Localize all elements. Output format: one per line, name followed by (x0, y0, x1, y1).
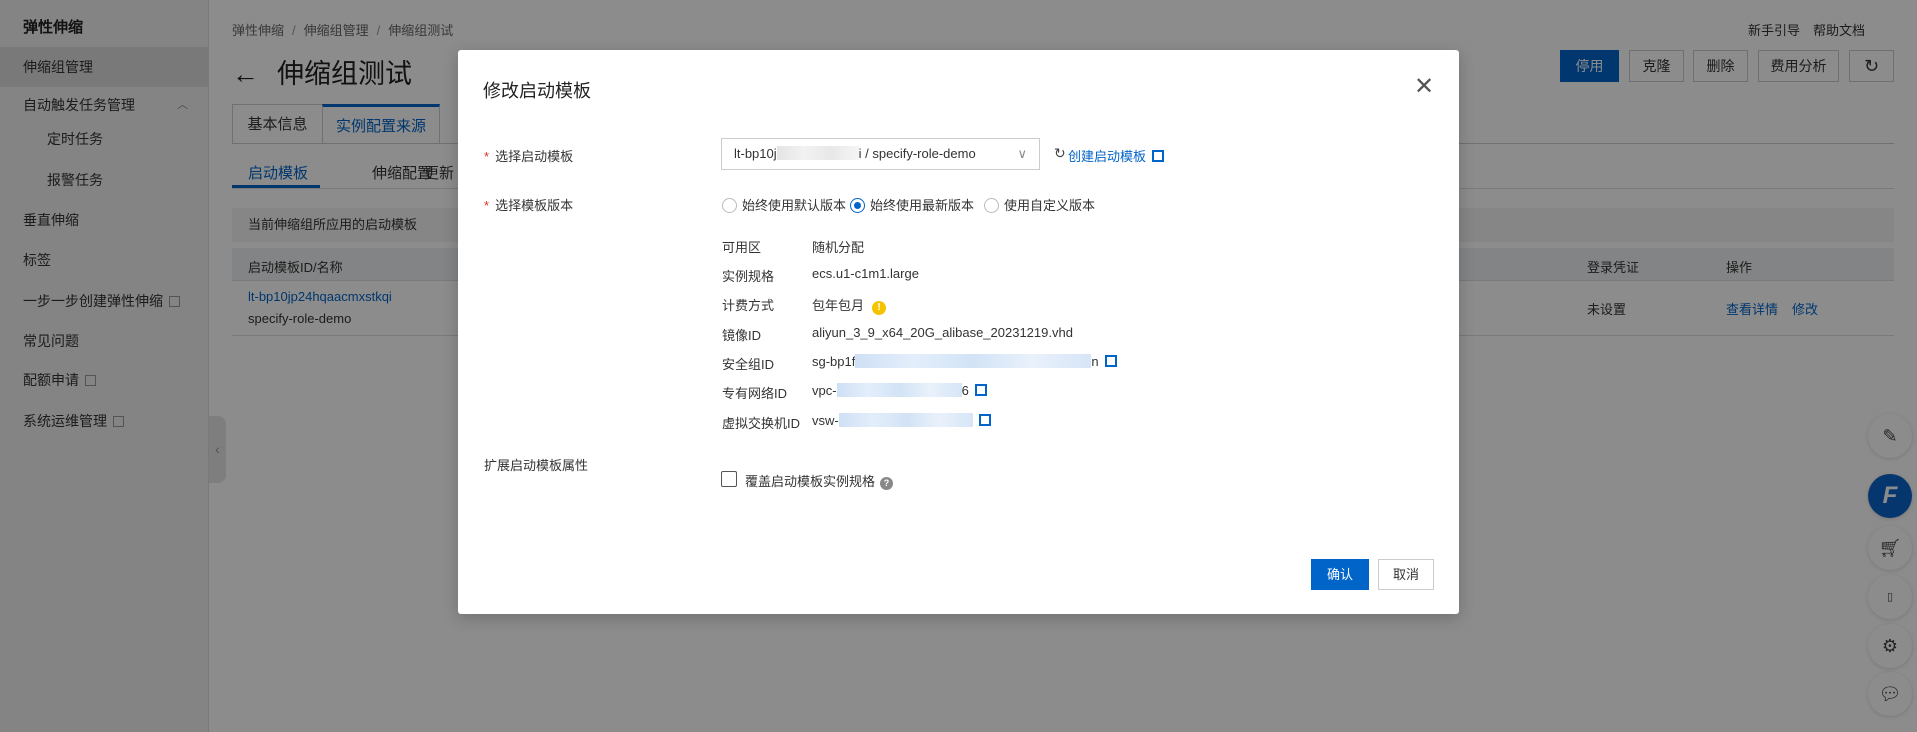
radio-checked-icon (850, 198, 865, 213)
warning-icon[interactable]: ! (872, 301, 887, 315)
detail-label: 计费方式 (722, 298, 775, 313)
close-icon[interactable]: ✕ (1414, 72, 1434, 101)
external-link-icon (978, 414, 991, 426)
security-group-link[interactable]: sg-bp1f n (812, 354, 1117, 369)
external-link-icon (974, 384, 987, 396)
redacted-block (836, 383, 962, 397)
template-field-label: * 选择启动模板 (484, 146, 573, 165)
override-spec-label: 覆盖启动模板实例规格? (745, 471, 894, 490)
edit-launch-template-dialog: 修改启动模板 ✕ * 选择启动模板 lt-bp10j i / specify-rol… (458, 50, 1459, 614)
detail-label: 虚拟交换机ID (722, 416, 801, 431)
radio-label: 始终使用最新版本 (870, 198, 975, 213)
vpc-link[interactable]: vpc- 6 (812, 383, 987, 398)
dialog-title: 修改启动模板 (483, 81, 591, 101)
redacted-block (838, 413, 973, 427)
version-radio-latest[interactable]: 始终使用最新版本 (850, 195, 974, 214)
help-icon[interactable]: ? (880, 477, 894, 490)
link-suffix: n (1091, 354, 1099, 369)
cancel-button[interactable]: 取消 (1378, 559, 1434, 590)
detail-label: 可用区 (722, 240, 762, 255)
template-select[interactable]: lt-bp10j i / specify-role-demo ∨ (721, 138, 1040, 170)
link-text: 创建启动模板 (1068, 149, 1147, 164)
override-spec-checkbox[interactable] (721, 471, 737, 487)
redacted-block (855, 354, 1092, 368)
chevron-down-icon: ∨ (1017, 146, 1027, 161)
detail-value: ecs.u1-c1m1.large (812, 266, 919, 281)
detail-value: aliyun_3_9_x64_20G_alibase_20231219.vhd (812, 325, 1073, 340)
external-link-icon (1104, 355, 1117, 367)
confirm-button[interactable]: 确认 (1311, 559, 1369, 590)
detail-label: 镜像ID (722, 328, 762, 343)
radio-label: 始终使用默认版本 (742, 198, 847, 213)
radio-icon (984, 198, 999, 213)
label-text: 选择启动模板 (495, 149, 574, 164)
external-link-icon (1152, 150, 1165, 162)
radio-label: 使用自定义版本 (1004, 198, 1096, 213)
link-prefix: vsw- (812, 413, 839, 428)
required-icon: * (484, 198, 490, 213)
extend-field-label: 扩展启动模板属性 (484, 458, 589, 473)
link-prefix: vpc- (812, 383, 837, 398)
label-text: 选择模板版本 (495, 198, 574, 213)
billing-value: 包年包月! (812, 295, 887, 315)
checkbox-label: 覆盖启动模板实例规格 (745, 474, 876, 489)
detail-label: 实例规格 (722, 269, 775, 284)
select-value-prefix: lt-bp10j (734, 146, 777, 161)
version-radio-custom[interactable]: 使用自定义版本 (984, 195, 1095, 214)
link-suffix: 6 (961, 383, 969, 398)
required-icon: * (484, 149, 490, 164)
radio-icon (722, 198, 737, 213)
create-template-link[interactable]: 创建启动模板 (1068, 146, 1165, 165)
version-radio-default[interactable]: 始终使用默认版本 (722, 195, 846, 214)
detail-value: 包年包月 (812, 298, 865, 313)
vswitch-link[interactable]: vsw- (812, 413, 991, 428)
refresh-icon[interactable]: ↻ (1054, 145, 1066, 162)
detail-label: 专有网络ID (722, 386, 788, 401)
redacted-block (776, 146, 859, 160)
detail-label: 安全组ID (722, 357, 775, 372)
select-value-suffix: i / specify-role-demo (858, 146, 976, 161)
detail-value: 随机分配 (812, 240, 865, 255)
version-field-label: * 选择模板版本 (484, 195, 573, 214)
link-prefix: sg-bp1f (812, 354, 856, 369)
